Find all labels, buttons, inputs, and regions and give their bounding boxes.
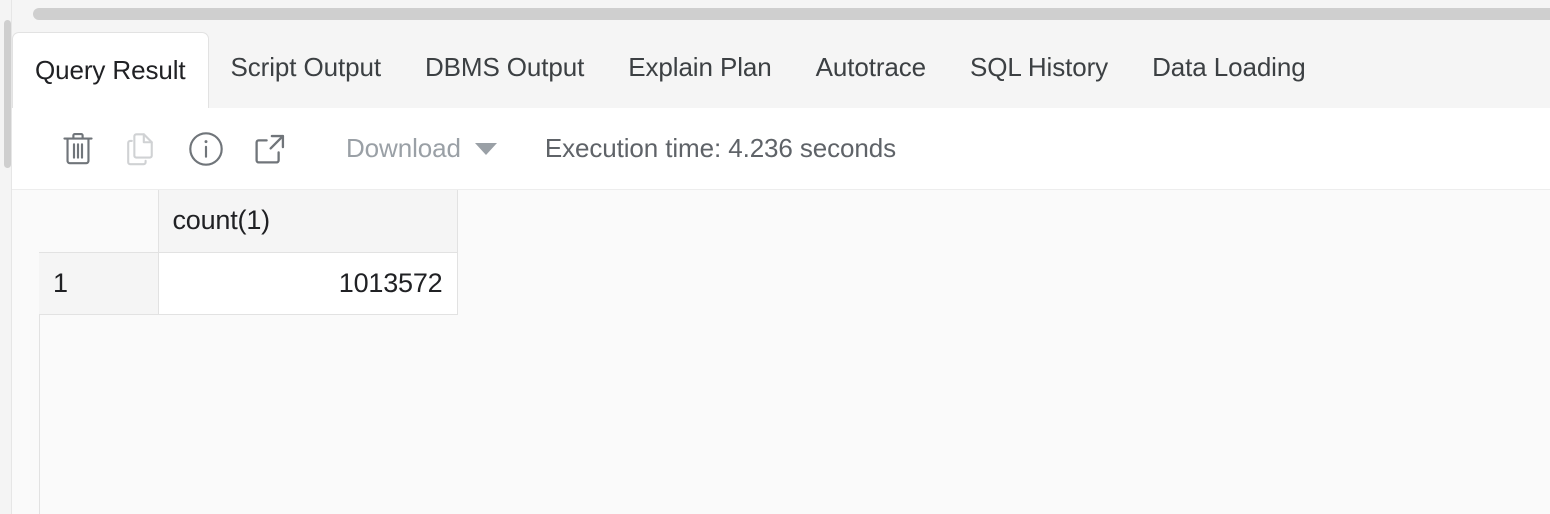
info-icon[interactable]: [174, 108, 238, 190]
cell-count[interactable]: 1013572: [158, 252, 458, 315]
table-header-row: count(1): [39, 190, 458, 253]
chevron-down-icon: [474, 142, 497, 155]
results-grid: count(1) 1 1013572: [12, 190, 1550, 514]
rownum-column-header[interactable]: [39, 190, 159, 253]
results-table: count(1) 1 1013572: [39, 190, 458, 315]
copy-icon[interactable]: [110, 108, 174, 190]
query-result-panel: Query Result Script Output DBMS Output E…: [0, 0, 1550, 514]
table-body: 1 1013572: [39, 252, 458, 315]
result-toolbar: Download Execution time: 4.236 seconds: [12, 108, 1550, 190]
tab-sql-history[interactable]: SQL History: [948, 26, 1130, 108]
horizontal-scrollbar-thumb[interactable]: [33, 8, 1550, 20]
execution-time-label: Execution time: 4.236 seconds: [544, 133, 897, 163]
tab-label: Data Loading: [1152, 51, 1306, 82]
tab-label: SQL History: [970, 51, 1109, 82]
download-label: Download: [346, 133, 461, 163]
tab-label: Script Output: [230, 51, 382, 82]
vertical-scrollbar-thumb[interactable]: [4, 20, 11, 168]
table-row[interactable]: 1 1013572: [39, 252, 458, 315]
tab-data-loading[interactable]: Data Loading: [1130, 26, 1327, 108]
vertical-scrollbar[interactable]: [0, 0, 12, 514]
download-dropdown[interactable]: Download: [346, 133, 497, 164]
tab-script-output[interactable]: Script Output: [209, 26, 403, 108]
tab-dbms-output[interactable]: DBMS Output: [403, 26, 606, 108]
tab-query-result[interactable]: Query Result: [12, 32, 209, 108]
tab-label: DBMS Output: [424, 51, 585, 82]
column-header-count[interactable]: count(1): [158, 190, 458, 253]
tab-label: Autotrace: [815, 51, 926, 82]
result-tabbar: Query Result Script Output DBMS Output E…: [12, 26, 1550, 108]
trash-icon[interactable]: [46, 108, 110, 190]
external-link-icon[interactable]: [238, 108, 302, 190]
tab-explain-plan[interactable]: Explain Plan: [606, 26, 793, 108]
tab-autotrace[interactable]: Autotrace: [794, 26, 948, 108]
table-header: count(1): [39, 190, 458, 253]
tab-label: Explain Plan: [628, 51, 772, 82]
horizontal-scrollbar[interactable]: [12, 0, 1550, 26]
tab-label: Query Result: [35, 55, 186, 85]
tab-list: Query Result Script Output DBMS Output E…: [12, 26, 1328, 108]
row-number[interactable]: 1: [39, 252, 159, 315]
